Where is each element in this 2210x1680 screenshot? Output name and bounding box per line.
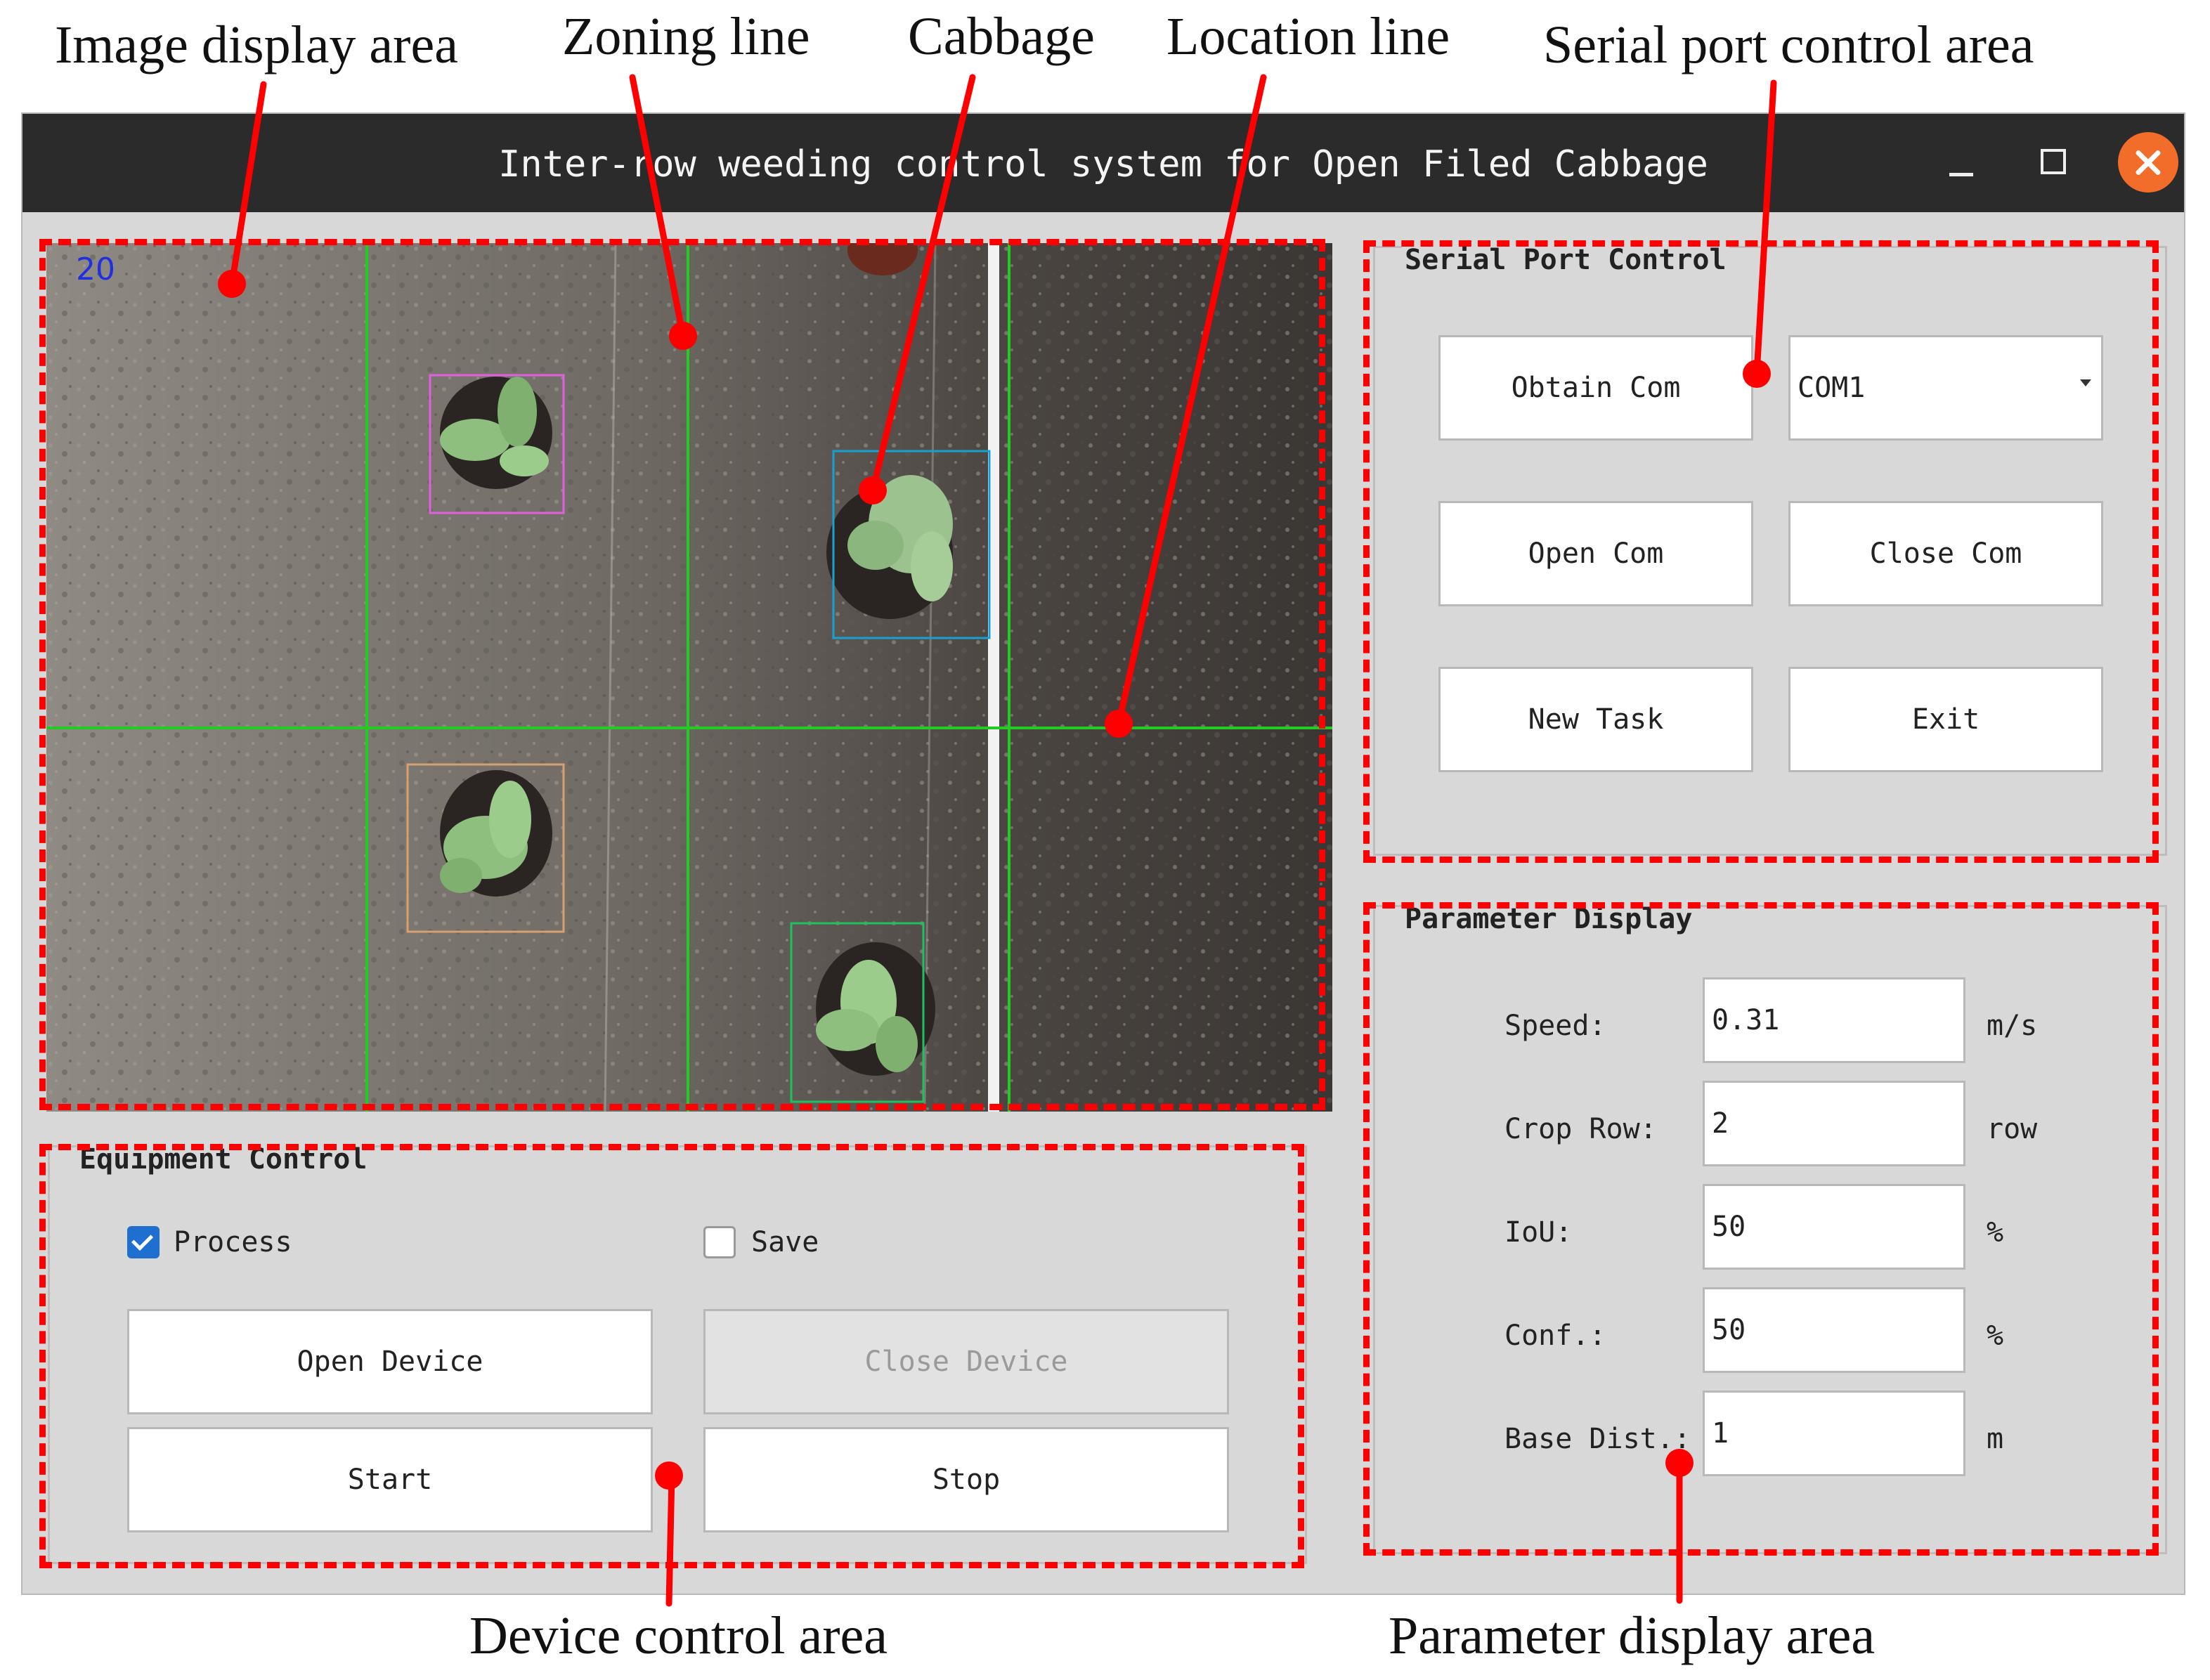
zoning-line-marker xyxy=(669,322,697,350)
device-control-area-marker xyxy=(655,1461,683,1490)
parameter-display-area-marker xyxy=(1665,1449,1694,1477)
callout-leaders xyxy=(228,74,1777,1607)
serial-port-area-marker xyxy=(1743,360,1771,388)
cabbage-marker xyxy=(859,476,887,504)
location-line-marker xyxy=(1105,710,1133,738)
image-display-area-marker xyxy=(218,270,246,298)
